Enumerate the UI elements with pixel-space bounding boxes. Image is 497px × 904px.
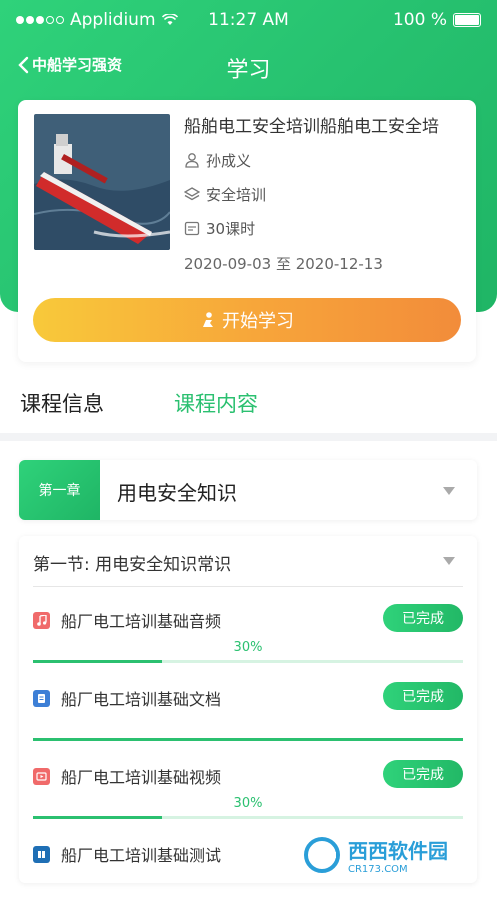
course-hours: 30课时 [206,219,256,238]
calendar-icon [184,221,200,236]
course-dates: 2020-09-03 至 2020-12-13 [184,255,383,273]
completed-badge: 已完成 [383,604,463,632]
chapter-badge: 第一章 [19,460,100,520]
tab-course-info[interactable]: 课程信息 [20,388,104,418]
lesson-name: 船厂电工培训基础文档 [61,690,222,709]
lesson-item[interactable]: 船厂电工培训基础视频 已完成 30% [33,756,463,826]
watermark-text: 西西软件园 [348,839,448,863]
lesson-item[interactable]: 船厂电工培训基础音频 已完成 30% [33,600,463,670]
completed-badge: 已完成 [383,682,463,710]
progress-fill [33,738,463,741]
progress-fill [33,660,162,663]
user-icon [185,153,199,168]
watermark-logo-icon [304,837,340,873]
audio-icon [33,612,50,629]
category-row: 安全培训 [184,183,466,205]
teacher-row: 孙成义 [184,149,466,171]
course-category: 安全培训 [206,185,267,204]
lesson-name: 船厂电工培训基础视频 [61,768,222,787]
layers-icon [184,187,200,201]
page-title: 学习 [226,58,271,83]
section-divider-line [33,586,463,587]
status-bar: Applidium 11:27 AM 100 % [0,10,497,34]
start-learning-button[interactable]: 开始学习 [33,298,461,342]
tab-course-content[interactable]: 课程内容 [174,388,258,418]
section-title[interactable]: 第一节: 用电安全知识常识 [33,550,231,575]
course-info: 船舶电工安全培训船舶电工安全培 孙成义 安全培训 30课时 2020-09-03… [184,112,466,274]
chapter-header[interactable]: 第一章 用电安全知识 [19,460,477,520]
learn-icon [203,312,213,327]
section-panel: 第一节: 用电安全知识常识 船厂电工培训基础音频 已完成 30% 船厂电工培训基… [19,536,477,883]
watermark: 西西软件园 CR173.COM [302,833,492,877]
course-card: 船舶电工安全培训船舶电工安全培 孙成义 安全培训 30课时 2020-09-03… [18,100,476,362]
lesson-item[interactable]: 船厂电工培训基础文档 已完成 [33,678,463,748]
progress-bar [33,660,463,663]
progress-label: 30% [233,796,263,811]
battery-percent: 100 % [392,10,447,30]
watermark-site: CR173.COM [348,864,408,875]
start-learning-label: 开始学习 [222,311,294,332]
chevron-down-icon [443,557,455,565]
chapter-title: 用电安全知识 [117,481,237,505]
completed-badge: 已完成 [383,760,463,788]
document-icon [33,690,50,707]
progress-bar [33,738,463,741]
video-icon [33,768,50,785]
progress-bar [33,816,463,819]
lesson-name: 船厂电工培训基础测试 [61,846,222,865]
hours-row: 30课时 [184,217,466,239]
battery-icon [453,13,481,27]
course-thumbnail [34,114,170,250]
progress-fill [33,816,162,819]
section-divider [0,433,497,441]
teacher-name: 孙成义 [206,151,252,170]
lesson-name: 船厂电工培训基础音频 [61,612,222,631]
chevron-down-icon [443,487,455,495]
progress-label: 30% [233,640,263,655]
battery-info: 100 % [393,10,481,30]
nav-bar: 中船学习强资 学习 [0,50,497,86]
course-title: 船舶电工安全培训船舶电工安全培 [184,117,439,137]
test-icon [33,846,50,863]
